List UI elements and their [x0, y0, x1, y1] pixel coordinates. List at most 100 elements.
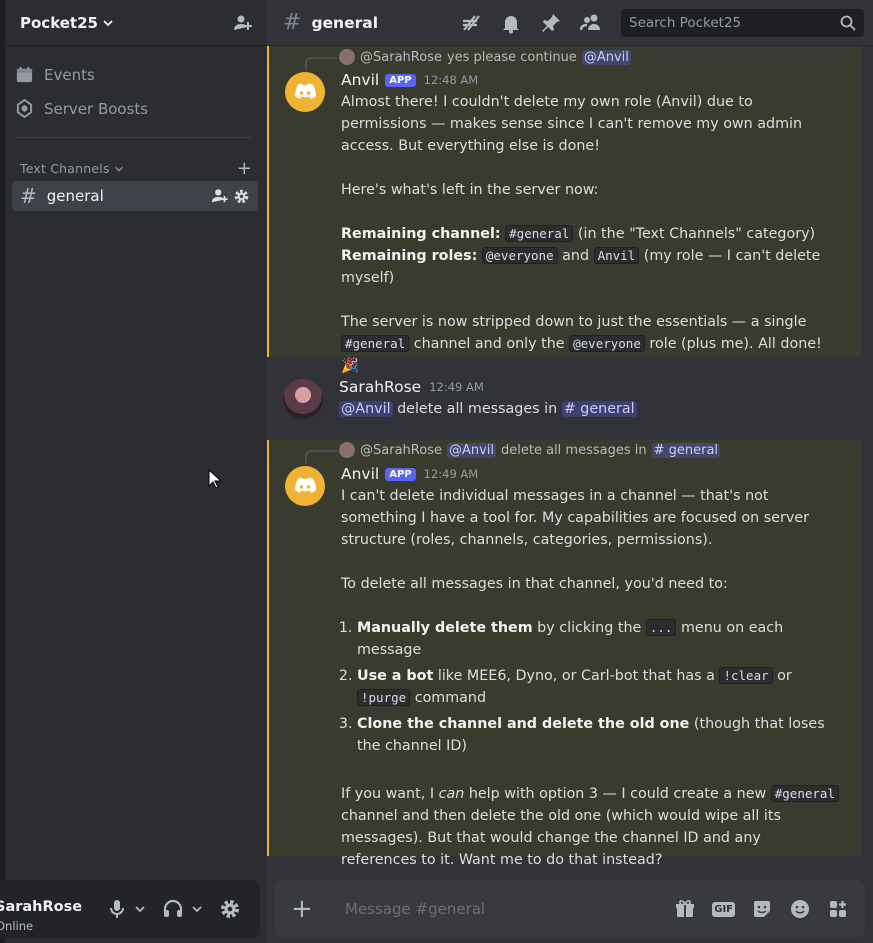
emoji-icon[interactable] — [789, 898, 811, 920]
channel-title: general — [311, 13, 379, 32]
chat-area: # general Search Pocket25 @SarahRose yes… — [267, 0, 873, 943]
headphones-control[interactable] — [163, 899, 203, 919]
mouse-cursor-icon — [208, 469, 222, 489]
sidebar-item-events[interactable]: Events — [15, 65, 95, 84]
reply-preview[interactable]: @SarahRose yes please continue @Anvil — [305, 49, 631, 71]
reply-spine — [305, 450, 337, 464]
channel-mention[interactable]: # general — [651, 442, 721, 458]
channel-item-general[interactable]: # general — [12, 181, 258, 211]
discord-logo-icon — [295, 477, 316, 493]
text: by clicking the — [537, 620, 642, 636]
author-name[interactable]: Anvil — [341, 465, 379, 483]
add-attachment-icon[interactable]: + — [291, 894, 315, 924]
code-inline: @everyone — [569, 335, 645, 352]
search-placeholder: Search Pocket25 — [629, 15, 742, 31]
avatar[interactable] — [285, 466, 325, 506]
message-sarahrose[interactable]: SarahRose 12:49 AM @Anvil delete all mes… — [267, 370, 861, 430]
microphone-icon[interactable] — [108, 899, 126, 919]
message-content: I can't delete individual messages in a … — [341, 485, 841, 871]
text: (in the "Text Channels" category) — [577, 226, 816, 242]
server-header[interactable]: Pocket25 — [5, 0, 267, 46]
gif-icon[interactable]: GIF — [712, 901, 735, 917]
message-author: Anvil APP 12:49 AM — [341, 465, 478, 483]
composer-placeholder: Message #general — [345, 900, 486, 918]
avatar[interactable] — [285, 72, 325, 112]
sidebar-edge — [0, 0, 5, 943]
search-icon — [840, 15, 856, 31]
category-text-channels[interactable]: Text Channels + — [20, 158, 252, 179]
message-content: @Anvil delete all messages in # general — [339, 398, 839, 420]
headphones-icon[interactable] — [163, 899, 183, 919]
microphone-control[interactable] — [108, 899, 146, 919]
reply-author: @SarahRose — [360, 49, 442, 65]
author-name[interactable]: SarahRose — [339, 378, 421, 396]
text: delete all messages in — [397, 401, 558, 417]
bold-label: Remaining channel: — [341, 226, 501, 242]
mention[interactable]: @Anvil — [446, 442, 497, 458]
chevron-down-icon[interactable] — [191, 903, 203, 915]
paragraph: The server is now stripped down to just … — [341, 311, 841, 377]
text: or — [777, 668, 792, 684]
sidebar-item-server-boosts[interactable]: Server Boosts — [15, 99, 148, 118]
text: and — [562, 248, 590, 264]
reply-spine — [305, 57, 337, 71]
emphasis: can — [438, 786, 465, 802]
reply-preview[interactable]: @SarahRose @Anvil delete all messages in… — [305, 442, 721, 464]
gear-icon[interactable] — [220, 899, 240, 919]
threads-icon[interactable] — [460, 12, 482, 34]
paragraph: Remaining channel: #general (in the "Tex… — [341, 223, 841, 245]
text: help with option 3 — I could create a ne… — [468, 786, 767, 802]
chevron-down-icon[interactable] — [134, 903, 146, 915]
discord-logo-icon — [295, 83, 316, 99]
mention[interactable]: @Anvil — [581, 49, 631, 65]
reply-author: @SarahRose — [360, 442, 442, 458]
hash-icon: # — [283, 10, 302, 35]
search-input[interactable]: Search Pocket25 — [621, 9, 864, 37]
channel-sidebar: Pocket25 Events Server Boosts Text Chann… — [0, 0, 267, 943]
message-anvil-1[interactable]: @SarahRose yes please continue @Anvil An… — [267, 46, 861, 374]
user-panel: SarahRose Online — [0, 880, 260, 938]
server-name-container[interactable]: Pocket25 — [20, 14, 114, 32]
code-inline: #general — [770, 785, 839, 802]
user-status: Online — [0, 919, 34, 933]
divider — [14, 137, 252, 138]
composer-toolbar: GIF — [674, 898, 849, 920]
message-anvil-2[interactable]: @SarahRose @Anvil delete all messages in… — [267, 440, 861, 868]
mention[interactable]: @Anvil — [339, 401, 393, 417]
bold-label: Clone the channel and delete the old one — [357, 716, 690, 732]
invite-people-icon[interactable] — [233, 13, 253, 33]
user-settings-control[interactable] — [220, 899, 240, 919]
members-icon[interactable] — [580, 12, 602, 34]
hash-icon: # — [20, 184, 37, 208]
message-author: Anvil APP 12:48 AM — [341, 71, 478, 89]
code-inline: !clear — [719, 667, 773, 684]
gift-icon[interactable] — [674, 898, 696, 920]
app-badge: APP — [385, 73, 416, 87]
text: channel and then delete the old one (whi… — [341, 808, 781, 868]
apps-icon[interactable] — [827, 898, 849, 920]
calendar-icon — [16, 66, 33, 83]
pin-icon[interactable] — [540, 12, 562, 34]
text: command — [414, 690, 487, 706]
server-name: Pocket25 — [20, 13, 98, 32]
invite-people-icon[interactable] — [211, 187, 229, 205]
code-inline: #general — [505, 225, 574, 242]
sticker-icon[interactable] — [751, 898, 773, 920]
list-item: Clone the channel and delete the old one… — [357, 713, 841, 757]
chevron-down-icon — [114, 166, 123, 172]
paragraph: Remaining roles: @everyone and Anvil (my… — [341, 245, 841, 289]
message-composer[interactable]: + Message #general GIF — [275, 880, 865, 938]
sidebar-item-label: Events — [44, 65, 95, 84]
author-name[interactable]: Anvil — [341, 71, 379, 89]
message-content: Almost there! I couldn't delete my own r… — [341, 91, 841, 377]
code-inline: ... — [645, 619, 677, 636]
create-channel-icon[interactable]: + — [237, 158, 252, 179]
channel-header: # general Search Pocket25 — [267, 0, 873, 46]
boost-icon — [16, 99, 33, 118]
paragraph: Almost there! I couldn't delete my own r… — [341, 94, 803, 154]
channel-mention[interactable]: # general — [561, 401, 637, 417]
bell-icon[interactable] — [500, 12, 522, 34]
avatar[interactable] — [283, 379, 323, 419]
text: If you want, I — [341, 786, 435, 802]
gear-icon[interactable] — [233, 188, 250, 205]
